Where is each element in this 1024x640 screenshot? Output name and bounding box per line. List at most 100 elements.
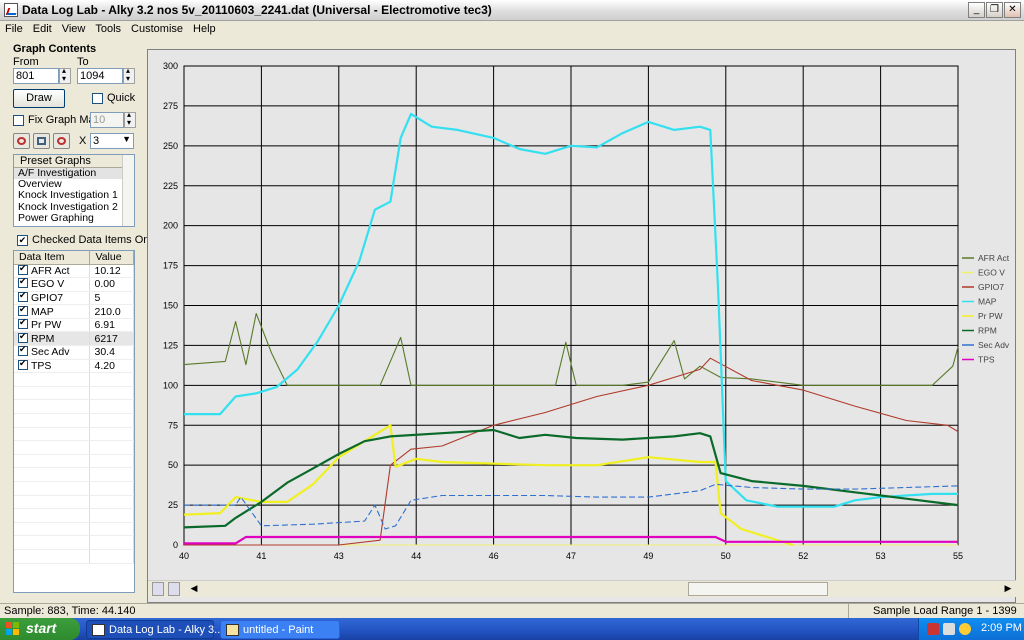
menu-edit[interactable]: Edit	[28, 21, 57, 35]
data-item-checkbox[interactable]	[18, 290, 28, 302]
y-tick-label: 150	[163, 301, 178, 311]
table-row[interactable]: Sec Adv 30.4	[14, 344, 134, 360]
data-item-checkbox[interactable]	[18, 304, 28, 316]
status-divider	[848, 604, 849, 618]
table-row[interactable]: Pr PW 6.91	[14, 317, 134, 333]
multiplier-value: 3	[93, 135, 100, 147]
maximize-button[interactable]: ❐	[986, 2, 1003, 18]
scroll-right-fast-icon[interactable]	[168, 582, 180, 596]
checked-only-label: Checked Data Items Only	[32, 234, 158, 246]
fix-graph-max-checkbox[interactable]	[13, 115, 24, 126]
legend-entry: TPS	[978, 355, 995, 365]
to-spinner[interactable]	[123, 66, 135, 84]
chevron-down-icon: ▼	[122, 134, 131, 144]
checked-only-checkbox[interactable]	[17, 235, 28, 246]
legend-entry: Sec Adv	[978, 340, 1010, 350]
y-tick-label: 250	[163, 141, 178, 151]
preset-graphs-scrollbar[interactable]	[122, 155, 134, 226]
data-item-checkbox[interactable]	[18, 358, 28, 370]
table-row[interactable]: MAP 210.0	[14, 304, 134, 319]
y-tick-label: 175	[163, 261, 178, 271]
empty-row	[14, 467, 134, 482]
legend-entry: EGO V	[978, 268, 1005, 278]
window-title: Data Log Lab - Alky 3.2 nos 5v_20110603_…	[22, 3, 492, 17]
y-tick-label: 50	[168, 460, 178, 470]
title-bar[interactable]: Data Log Lab - Alky 3.2 nos 5v_20110603_…	[0, 0, 1024, 21]
table-row[interactable]: RPM 6217	[14, 331, 134, 347]
graph-area[interactable]: 0 25 50 75 100 125 150 175 200 225 250 275 300 40 41 43…	[147, 49, 1016, 603]
preset-graph-item[interactable]: Power Graphing	[14, 212, 134, 224]
value-header[interactable]: Value	[89, 251, 134, 265]
table-row[interactable]: TPS 4.20	[14, 358, 134, 374]
y-tick-label: 100	[163, 380, 178, 390]
preset-graphs-list: Preset Graphs A/F Investigation Overview K…	[13, 154, 135, 227]
zoom-out-icon[interactable]	[53, 133, 70, 149]
minimize-button[interactable]: _	[968, 2, 985, 18]
zoom-in-icon[interactable]	[13, 133, 30, 149]
multiplier-label: X	[79, 135, 87, 147]
quick-checkbox[interactable]	[92, 93, 103, 104]
scroll-right-icon[interactable]: ▶	[1002, 582, 1014, 596]
start-button[interactable]: start	[0, 618, 80, 640]
scroll-thumb[interactable]	[688, 582, 828, 596]
quick-label: Quick	[107, 92, 136, 104]
preset-graph-item[interactable]: Knock Investigation 1	[14, 190, 134, 201]
zoom-fit-icon[interactable]	[33, 133, 50, 149]
menu-tools[interactable]: Tools	[90, 21, 126, 35]
menu-file[interactable]: File	[0, 21, 28, 35]
empty-row	[14, 386, 134, 401]
volume-icon[interactable]	[959, 623, 971, 635]
network-icon[interactable]	[943, 623, 955, 635]
legend-entry: GPIO7	[978, 282, 1004, 292]
menu-help[interactable]: Help	[188, 21, 221, 35]
clock[interactable]: 2:09 PM	[981, 622, 1022, 634]
legend-entry: MAP	[978, 297, 997, 307]
data-item-name: MAP	[31, 305, 54, 318]
y-tick-label: 75	[168, 420, 178, 430]
data-item-checkbox[interactable]	[18, 344, 28, 357]
scroll-left-fast-icon[interactable]	[152, 582, 164, 596]
draw-button[interactable]: Draw	[13, 89, 65, 108]
security-alert-icon[interactable]	[927, 623, 939, 635]
empty-row	[14, 495, 134, 510]
table-row[interactable]: AFR Act 10.12	[14, 263, 134, 279]
task-label: Data Log Lab - Alky 3...	[109, 624, 224, 636]
task-data-log-lab[interactable]: Data Log Lab - Alky 3...	[86, 620, 223, 639]
data-item-checkbox[interactable]	[18, 263, 28, 275]
app-window: Data Log Lab - Alky 3.2 nos 5v_20110603_…	[0, 0, 1024, 618]
data-item-checkbox[interactable]	[18, 276, 28, 289]
data-item-value: 10.12	[89, 264, 134, 279]
empty-row	[14, 522, 134, 537]
data-item-value: 4.20	[89, 359, 134, 374]
app-icon	[4, 3, 18, 17]
y-tick-label: 225	[163, 181, 178, 191]
graph-scrollbar[interactable]: ◀ ▶	[148, 580, 1016, 597]
data-item-checkbox[interactable]	[18, 317, 28, 330]
y-tick-label: 200	[163, 221, 178, 231]
multiplier-select[interactable]: 3 ▼	[90, 133, 134, 149]
empty-row	[14, 481, 134, 496]
task-label: untitled - Paint	[243, 624, 314, 636]
data-items-table: Data Item Value AFR Act10.12EGO V0.00GPI…	[13, 250, 135, 593]
empty-row	[14, 454, 134, 469]
data-item-checkbox[interactable]	[18, 331, 28, 343]
start-label: start	[26, 620, 57, 636]
x-tick-label: 52	[798, 551, 808, 561]
menu-customise[interactable]: Customise	[126, 21, 188, 35]
data-log-lab-icon	[92, 624, 105, 636]
data-item-value: 6.91	[89, 318, 134, 333]
to-input[interactable]: 1094	[77, 68, 123, 84]
x-tick-label: 46	[489, 551, 499, 561]
from-spinner[interactable]	[59, 66, 71, 84]
task-paint[interactable]: untitled - Paint	[220, 620, 340, 639]
table-row[interactable]: GPIO7 5	[14, 290, 134, 306]
fix-graph-max-input[interactable]: 10	[90, 112, 124, 128]
empty-row	[14, 440, 134, 455]
scroll-left-icon[interactable]: ◀	[188, 582, 200, 596]
menu-view[interactable]: View	[57, 21, 91, 35]
close-button[interactable]: ✕	[1004, 2, 1021, 18]
from-input[interactable]: 801	[13, 68, 59, 84]
fix-graph-max-spinner[interactable]	[124, 110, 136, 128]
table-row[interactable]: EGO V 0.00	[14, 276, 134, 292]
x-tick-label: 44	[411, 551, 421, 561]
